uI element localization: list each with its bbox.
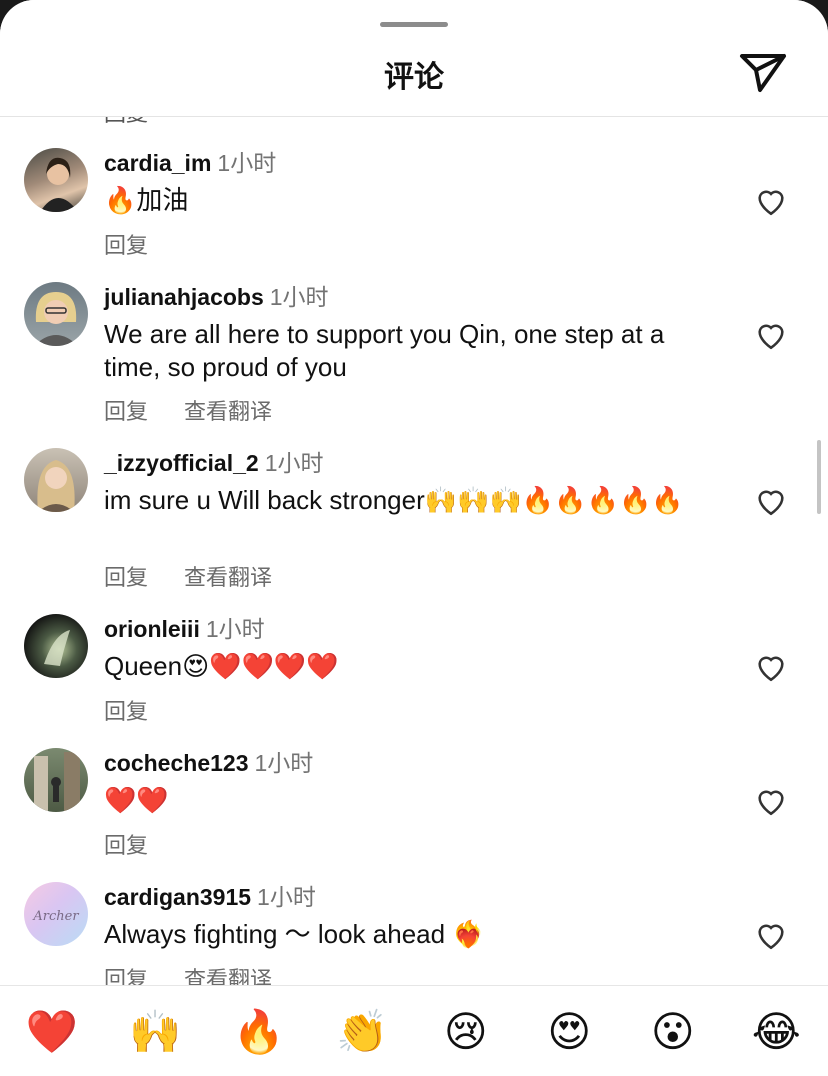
comment-meta: cardia_im 1小时 — [104, 148, 276, 178]
heart-icon[interactable] — [754, 184, 788, 218]
translate-link[interactable]: 查看翻译 — [184, 967, 272, 985]
emoji-raising-hands-button[interactable]: 🙌 — [125, 1010, 185, 1053]
emoji-heart-button[interactable]: ❤️ — [22, 1010, 82, 1053]
username-link[interactable]: orionleiii — [104, 616, 200, 642]
heart-icon[interactable] — [754, 918, 788, 952]
comment-text: 🔥加油 — [104, 185, 189, 215]
comment-time: 1小时 — [205, 616, 265, 642]
heart-icon[interactable] — [754, 650, 788, 684]
emoji-crying-button[interactable]: 😢 — [436, 1010, 496, 1053]
comment-meta: cocheche123 1小时 — [104, 748, 313, 778]
username-link[interactable]: julianahjacobs — [104, 284, 264, 310]
translate-link[interactable]: 查看翻译 — [184, 565, 272, 590]
comment-meta: orionleiii 1小时 — [104, 614, 265, 644]
avatar[interactable] — [24, 282, 88, 346]
comment-actions: 回复 查看翻译 — [104, 560, 308, 592]
comment-meta: julianahjacobs 1小时 — [104, 282, 329, 312]
username-link[interactable]: cardigan3915 — [104, 884, 251, 910]
reply-link[interactable]: 回复 — [104, 699, 148, 724]
comment-actions: 回复 查看翻译 — [104, 394, 308, 426]
share-icon[interactable] — [738, 50, 788, 94]
comment-time: 1小时 — [217, 150, 277, 176]
comments-sheet: 评论 回复 cardia_im1小时 🔥加油 回复 j — [0, 0, 828, 1076]
comment-text: Always fighting ～ look ahead ❤️‍🔥 — [104, 919, 485, 949]
avatar[interactable] — [24, 614, 88, 678]
emoji-fire-button[interactable]: 🔥 — [229, 1010, 289, 1053]
avatar[interactable] — [24, 448, 88, 512]
username-link[interactable]: cardia_im — [104, 150, 211, 176]
emoji-laughing-button[interactable]: 😂 — [746, 1010, 806, 1053]
comment-time: 1小时 — [269, 284, 329, 310]
sheet-header: 评论 — [0, 0, 828, 117]
heart-icon[interactable] — [754, 484, 788, 518]
avatar[interactable] — [24, 148, 88, 212]
avatar[interactable] — [24, 748, 88, 812]
comment-actions: 回复 查看翻译 — [104, 962, 308, 985]
comment-text: im sure u Will back stronger🙌🙌🙌🔥🔥🔥🔥🔥 — [104, 485, 684, 515]
reply-link[interactable]: 回复 — [104, 833, 148, 858]
comment-text: We are all here to support you Qin, one … — [104, 319, 665, 382]
heart-icon[interactable] — [754, 784, 788, 818]
avatar[interactable]: Archer — [24, 882, 88, 946]
username-link[interactable]: cocheche123 — [104, 750, 248, 776]
comment-meta: cardigan3915 1小时 — [104, 882, 316, 912]
reply-link[interactable]: 回复 — [104, 399, 148, 424]
emoji-reaction-bar: ❤️ 🙌 🔥 👏 😢 😍 😮 😂 — [0, 985, 828, 1076]
emoji-surprised-button[interactable]: 😮 — [643, 1010, 703, 1053]
reply-link[interactable]: 回复 — [104, 565, 148, 590]
comment-time: 1小时 — [264, 450, 324, 476]
heart-icon[interactable] — [754, 318, 788, 352]
comment-actions: 回复 — [104, 228, 184, 260]
scrollbar[interactable] — [817, 440, 821, 514]
emoji-heart-eyes-button[interactable]: 😍 — [539, 1010, 599, 1053]
comment-meta: _izzyofficial_2 1小时 — [104, 448, 323, 478]
comment-time: 1小时 — [254, 750, 314, 776]
page-title: 评论 — [384, 61, 444, 94]
username-link[interactable]: _izzyofficial_2 — [104, 450, 259, 476]
emoji-clap-button[interactable]: 👏 — [332, 1010, 392, 1053]
comment-actions: 回复 — [104, 828, 184, 860]
drag-handle[interactable] — [380, 22, 448, 27]
comment-list: cardia_im 1小时 🔥加油 回复 julianahjacobs 1小时 We… — [0, 117, 828, 985]
translate-link[interactable]: 查看翻译 — [184, 399, 272, 424]
comment-text: ❤️❤️ — [104, 785, 169, 815]
comment-actions: 回复 — [104, 694, 184, 726]
avatar-script-text: Archer — [32, 909, 79, 924]
comment-text: Queen😍❤️❤️❤️❤️ — [104, 651, 339, 681]
reply-link[interactable]: 回复 — [104, 967, 148, 985]
reply-link[interactable]: 回复 — [104, 233, 148, 258]
comment-time: 1小时 — [257, 884, 316, 910]
